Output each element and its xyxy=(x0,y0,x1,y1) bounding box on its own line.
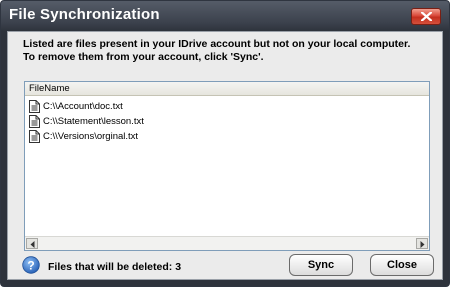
close-window-button[interactable] xyxy=(411,8,441,25)
list-item[interactable]: C:\\Account\doc.txt xyxy=(29,99,144,114)
document-icon xyxy=(29,130,40,143)
document-icon xyxy=(29,100,40,113)
close-button[interactable]: Close xyxy=(370,254,434,276)
scroll-right-arrow-icon xyxy=(420,241,425,248)
files-to-delete-count: Files that will be deleted: 3 xyxy=(48,261,182,273)
scroll-right-button[interactable] xyxy=(416,238,428,249)
svg-text:?: ? xyxy=(27,258,34,272)
message-line-1: Listed are files present in your IDrive … xyxy=(23,38,411,50)
close-x-icon xyxy=(421,12,432,21)
scroll-left-arrow-icon xyxy=(30,241,35,248)
file-sync-dialog: File Synchronization Listed are files pr… xyxy=(0,0,450,287)
sync-button[interactable]: Sync xyxy=(289,254,353,276)
column-header-filename[interactable]: FileName xyxy=(25,82,429,96)
message-line-2: To remove them from your account, click … xyxy=(23,51,264,63)
list-item[interactable]: C:\\Versions\orginal.txt xyxy=(29,129,144,144)
horizontal-scrollbar[interactable] xyxy=(25,236,429,250)
list-item[interactable]: C:\\Statement\lesson.txt xyxy=(29,114,144,129)
title-bar[interactable]: File Synchronization xyxy=(1,1,449,31)
scroll-left-button[interactable] xyxy=(26,238,38,249)
dialog-body: Listed are files present in your IDrive … xyxy=(7,31,443,280)
instruction-message: Listed are files present in your IDrive … xyxy=(23,38,433,64)
file-name: C:\\Statement\lesson.txt xyxy=(43,116,144,127)
document-icon xyxy=(29,115,40,128)
dialog-title: File Synchronization xyxy=(9,6,160,23)
file-name: C:\\Versions\orginal.txt xyxy=(43,131,139,142)
file-name: C:\\Account\doc.txt xyxy=(43,101,123,112)
file-list[interactable]: FileName C:\\Account\doc.txt C:\\Stateme… xyxy=(24,81,430,251)
file-rows: C:\\Account\doc.txt C:\\Statement\lesson… xyxy=(29,99,144,144)
help-info-icon: ? xyxy=(22,256,40,274)
column-header-label: FileName xyxy=(29,83,70,94)
